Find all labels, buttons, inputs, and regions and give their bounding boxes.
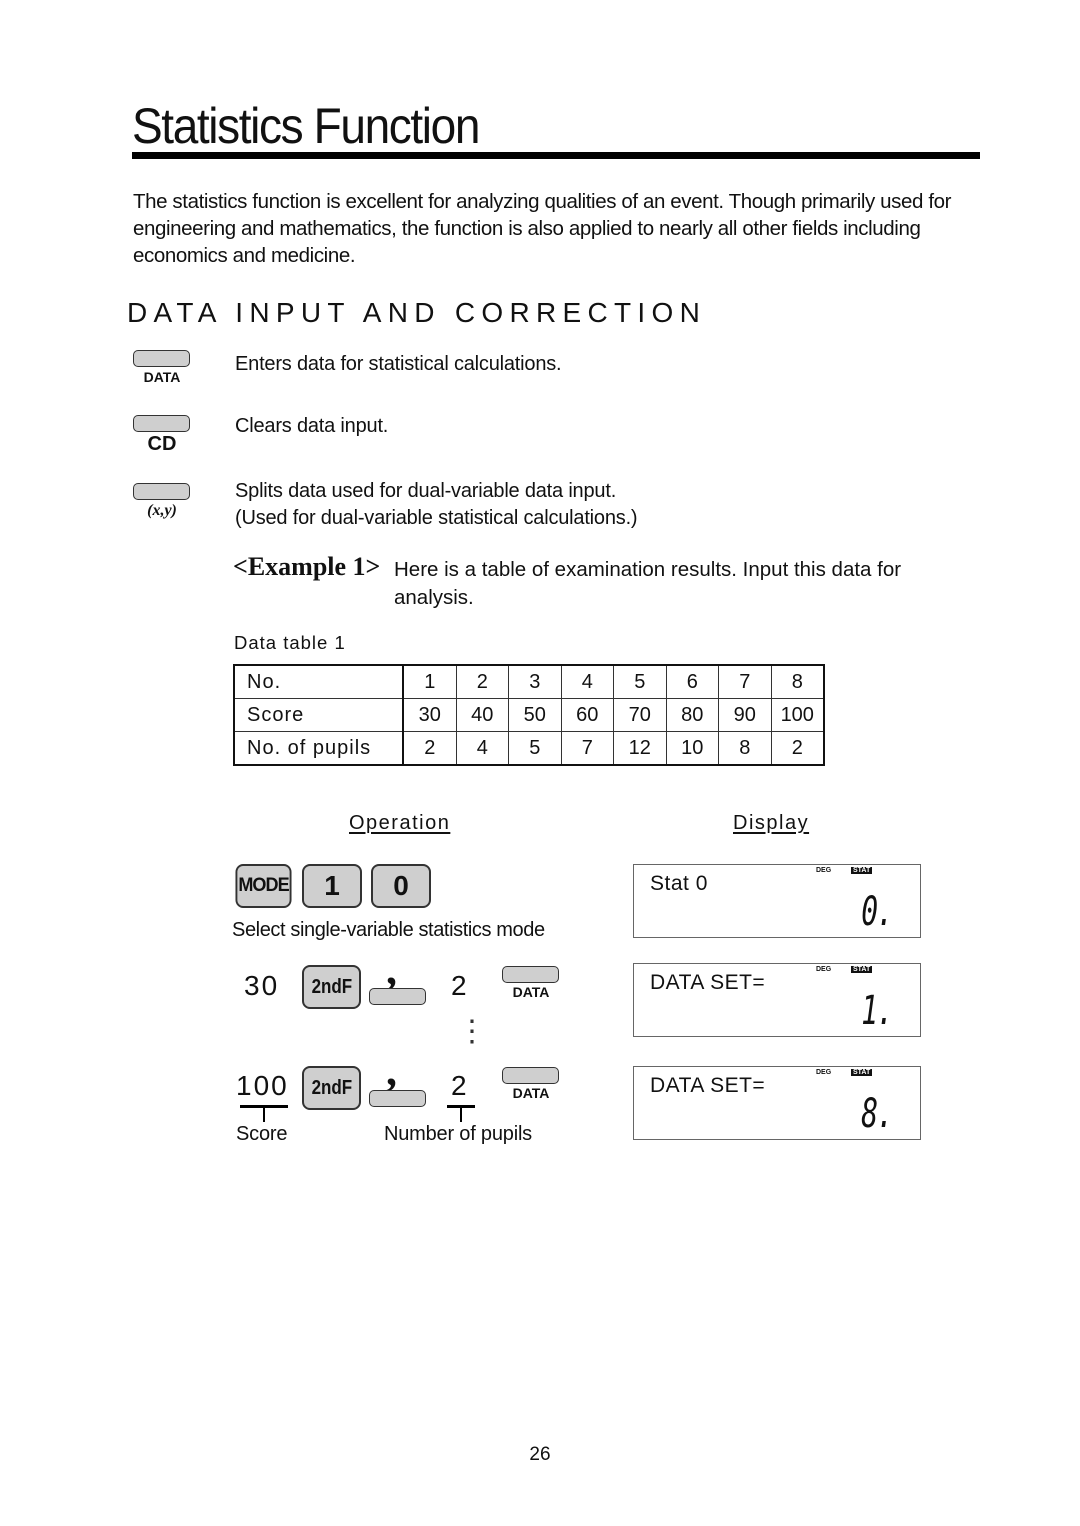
key-data-row: DATA	[133, 350, 191, 385]
table-cell: 12	[613, 731, 667, 766]
xy-key-description-1: Splits data used for dual-variable data …	[235, 480, 617, 502]
table-cell: 7	[718, 664, 772, 699]
one-key-label: 1	[324, 870, 340, 901]
pupils-label: Number of pupils	[384, 1123, 532, 1145]
step3-pupils: 2	[451, 1070, 469, 1101]
data-table: No. 1 2 3 4 5 6 7 8 Score 30 40 50 60 70 80 90 100 No. of …	[233, 664, 825, 766]
step2-2ndf-key: 2ndF	[302, 965, 361, 1009]
row-header: No.	[233, 664, 404, 699]
table-cell: 2	[402, 731, 457, 766]
table-cell: 1	[402, 664, 457, 699]
pupils-bracket-stem	[460, 1106, 462, 1122]
display-heading: Display	[733, 812, 810, 834]
lcd-3-stat-indicator: STAT	[851, 1069, 873, 1076]
step1-caption: Select single-variable statistics mode	[232, 919, 545, 941]
data-key-description: Enters data for statistical calculations…	[235, 353, 562, 375]
lcd-2-stat-indicator: STAT	[851, 966, 873, 973]
one-key: 1	[302, 864, 362, 908]
table-cell: 80	[665, 698, 719, 732]
table-cell: 100	[770, 698, 825, 732]
step3-comma-label: ,	[386, 1046, 397, 1095]
step2-pupils: 2	[451, 970, 469, 1001]
score-label: Score	[236, 1123, 288, 1145]
step2-data-label: DATA	[512, 984, 550, 1000]
table-cell: 30	[402, 698, 457, 732]
step3-2ndf-key: 2ndF	[302, 1066, 361, 1110]
table-row: Score 30 40 50 60 70 80 90 100	[233, 698, 825, 732]
page-title: Statistics Function	[132, 98, 480, 154]
ellipsis: ⋮	[457, 1015, 487, 1048]
step3-score: 100	[236, 1070, 289, 1101]
table-cell: 10	[665, 731, 719, 766]
lcd-2-text: DATA SET=	[650, 971, 766, 994]
table-cell: 8	[718, 731, 772, 766]
zero-key-label: 0	[393, 870, 409, 901]
cd-key-label: CD	[147, 433, 177, 455]
row-header: No. of pupils	[233, 731, 404, 766]
table-cell: 7	[560, 731, 614, 766]
section-heading: DATA INPUT AND CORRECTION	[127, 297, 707, 328]
mode-key-label: MODE	[238, 875, 289, 896]
table-cell: 5	[613, 664, 667, 699]
table-cell: 40	[455, 698, 509, 732]
table-cell: 50	[508, 698, 562, 732]
xy-key-description-2: (Used for dual-variable statistical calc…	[235, 507, 638, 529]
table-row: No. of pupils 2 4 5 7 12 10 8 2	[233, 731, 825, 766]
title-rule	[132, 152, 980, 159]
table-cell: 2	[770, 731, 825, 766]
row-header: Score	[233, 698, 404, 732]
step2-data-key	[502, 966, 559, 983]
mode-key: MODE	[235, 864, 292, 908]
step3-comma-key	[369, 1090, 426, 1107]
table-cell: 90	[718, 698, 772, 732]
table-cell: 6	[665, 664, 719, 699]
data-key-icon	[133, 350, 190, 367]
step3-2ndf-label: 2ndF	[311, 1076, 352, 1099]
lcd-2-value: 1.	[861, 988, 893, 1034]
table-cell: 4	[455, 731, 509, 766]
cd-key-description: Clears data input.	[235, 415, 389, 437]
lcd-2-deg-indicator: DEG	[816, 966, 832, 973]
lcd-1-deg-indicator: DEG	[816, 867, 832, 874]
cd-key-icon	[133, 415, 190, 432]
table-cell: 4	[560, 664, 614, 699]
step2-2ndf-label: 2ndF	[311, 975, 352, 998]
step3-data-key	[502, 1067, 559, 1084]
lcd-screen-1: Stat 0 DEG STAT 0.	[633, 864, 921, 938]
table-cell: 5	[508, 731, 562, 766]
example-tag: <Example 1>	[233, 552, 381, 581]
score-bracket-stem	[263, 1106, 265, 1122]
lcd-1-stat-indicator: STAT	[851, 867, 873, 874]
table-cell: 70	[613, 698, 667, 732]
table-cell: 2	[455, 664, 509, 699]
intro-paragraph: The statistics function is excellent for…	[133, 190, 952, 267]
step2-score: 30	[244, 970, 280, 1001]
lcd-3-value: 8.	[861, 1091, 893, 1137]
key-xy-row: (x,y)	[133, 483, 191, 520]
example-text: Here is a table of examination results. …	[394, 558, 902, 609]
page-number: 26	[529, 1444, 551, 1465]
lcd-screen-2: DATA SET= DEG STAT 1.	[633, 963, 921, 1037]
operation-heading: Operation	[349, 812, 451, 834]
key-cd-row: CD	[133, 415, 191, 456]
zero-key: 0	[371, 864, 431, 908]
table-row: No. 1 2 3 4 5 6 7 8	[233, 664, 825, 699]
table-cell: 8	[770, 664, 825, 699]
lcd-screen-3: DATA SET= DEG STAT 8.	[633, 1066, 921, 1140]
table-cell: 3	[508, 664, 562, 699]
table-cell: 60	[560, 698, 614, 732]
lcd-1-text: Stat 0	[650, 872, 708, 895]
lcd-3-text: DATA SET=	[650, 1074, 766, 1097]
data-key-label: DATA	[143, 369, 181, 385]
step3-data-label: DATA	[512, 1085, 550, 1101]
xy-key-label: (x,y)	[147, 502, 177, 519]
xy-key-icon	[133, 483, 190, 500]
step2-comma-key	[369, 988, 426, 1005]
lcd-1-value: 0.	[861, 889, 893, 935]
lcd-3-deg-indicator: DEG	[816, 1069, 832, 1076]
table-caption: Data table 1	[234, 632, 346, 653]
